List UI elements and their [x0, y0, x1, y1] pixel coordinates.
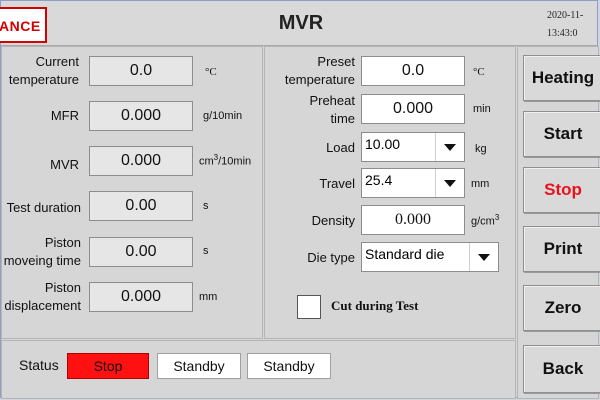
status-indicator-standby-2: Standby — [247, 353, 331, 379]
start-button[interactable]: Start — [523, 111, 600, 157]
cut-during-test-label: Cut during Test — [331, 298, 419, 313]
density-label: Density — [311, 213, 355, 228]
load-label: Load — [326, 140, 355, 155]
preset-temperature-unit: °C — [473, 66, 485, 78]
current-temperature-value: 0.0 — [89, 56, 193, 86]
preset-temperature-input[interactable]: 0.0 — [361, 56, 465, 86]
piston-moving-time-label: Piston moveing time — [3, 235, 81, 268]
piston-displacement-label: Piston displacement — [4, 280, 81, 313]
page-title: MVR — [278, 12, 324, 34]
load-selected-value: 10.00 — [365, 136, 401, 152]
load-dropdown-icon[interactable] — [435, 133, 464, 161]
brand-logo: ANCE — [0, 7, 47, 43]
piston-displacement-unit: mm — [199, 291, 218, 303]
status-indicator-standby-1: Standby — [157, 353, 241, 379]
density-unit: g/cm3 — [471, 213, 500, 228]
stop-button[interactable]: Stop — [523, 167, 600, 213]
mvr-label: MVR — [50, 157, 79, 172]
travel-selected-value: 25.4 — [365, 172, 393, 188]
preheat-time-label: Preheat time — [309, 93, 355, 126]
die-type-label: Die type — [307, 250, 355, 265]
current-temperature-label: Current temperature — [8, 54, 79, 87]
preheat-time-input[interactable]: 0.000 — [361, 94, 465, 124]
test-duration-label: Test duration — [6, 200, 81, 215]
piston-moving-time-unit: s — [203, 245, 209, 257]
mfr-value: 0.000 — [89, 101, 193, 131]
current-temperature-unit: °C — [205, 66, 217, 78]
die-type-dropdown-icon[interactable] — [469, 243, 498, 271]
piston-displacement-value: 0.000 — [89, 282, 193, 312]
mfr-unit: g/10min — [203, 110, 243, 122]
logo-text: ANCE — [0, 18, 41, 34]
travel-unit: mm — [471, 178, 490, 190]
print-button[interactable]: Print — [523, 226, 600, 272]
preset-temperature-label: Preset temperature — [284, 54, 355, 87]
preheat-time-unit: min — [473, 103, 491, 115]
status-label: Status — [19, 357, 59, 373]
zero-button[interactable]: Zero — [523, 285, 600, 331]
main-window: ANCE MVR 2020-11- 13:43:0 Current temper… — [0, 0, 600, 399]
datetime-display: 2020-11- 13:43:0 — [547, 7, 600, 43]
travel-select[interactable]: 25.4 — [361, 168, 465, 198]
mfr-label: MFR — [50, 108, 79, 123]
piston-moving-time-value: 0.00 — [89, 237, 193, 267]
mvr-value: 0.000 — [89, 146, 193, 176]
load-unit: kg — [475, 143, 487, 155]
title-bar: ANCE MVR 2020-11- 13:43:0 — [0, 1, 600, 46]
test-duration-unit: s — [203, 200, 209, 212]
date-text: 2020-11- — [547, 10, 584, 21]
time-text: 13:43:0 — [547, 28, 578, 39]
travel-dropdown-icon[interactable] — [435, 169, 464, 197]
heating-button[interactable]: Heating — [523, 55, 600, 101]
mvr-unit: cm3/10min — [199, 153, 252, 168]
die-type-selected-value: Standard die — [365, 246, 445, 262]
travel-label: Travel — [319, 176, 355, 191]
back-button[interactable]: Back — [523, 345, 600, 393]
load-select[interactable]: 10.00 — [361, 132, 465, 162]
cut-during-test-checkbox[interactable] — [297, 295, 321, 319]
die-type-select[interactable]: Standard die — [361, 242, 499, 272]
status-indicator-stop: Stop — [67, 353, 149, 379]
test-duration-value: 0.00 — [89, 191, 193, 221]
density-input[interactable]: 0.000 — [361, 205, 465, 235]
